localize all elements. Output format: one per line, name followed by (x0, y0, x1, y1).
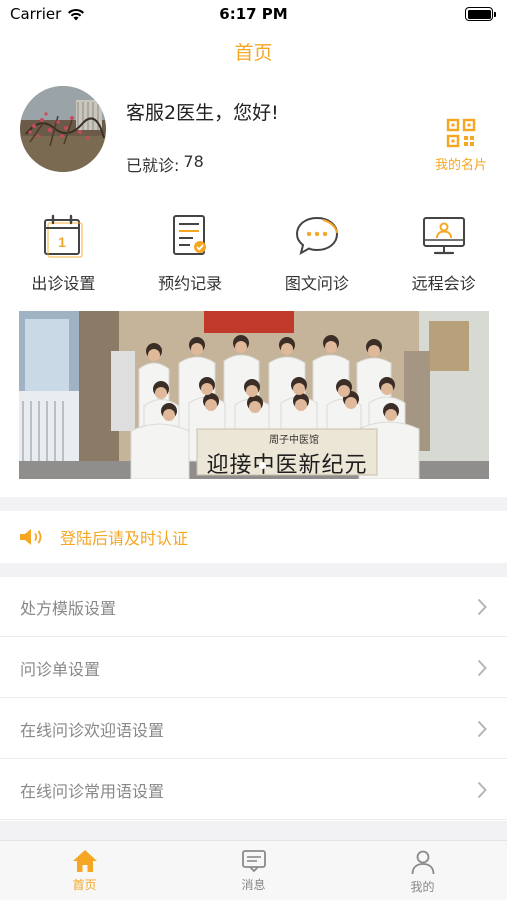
quick-actions: 1 出诊设置 预约记录 图文问诊 远程会诊 (0, 212, 507, 294)
chat-bubble-icon (295, 216, 338, 256)
quick-action-label: 图文问诊 (284, 274, 349, 293)
menu-item-common-phrases[interactable]: 在线问诊常用语设置 (0, 760, 507, 820)
quick-action-appointments[interactable]: 预约记录 (127, 212, 254, 294)
section-divider (0, 563, 507, 577)
menu-item-label: 在线问诊欢迎语设置 (20, 720, 165, 740)
menu-item-label: 处方模版设置 (20, 598, 117, 618)
quick-action-label: 预约记录 (158, 274, 223, 293)
home-icon (72, 850, 97, 872)
wifi-icon (68, 8, 85, 20)
greeting-text: 客服2医生，您好! (126, 102, 279, 124)
tab-label: 我的 (410, 880, 435, 894)
my-card-label: 我的名片 (434, 158, 487, 173)
menu-item-questionnaire[interactable]: 问诊单设置 (0, 638, 507, 698)
tab-label: 首页 (72, 878, 97, 892)
chevron-right-icon (477, 720, 487, 737)
svg-text:1: 1 (58, 234, 66, 250)
quick-action-remote-consultation[interactable]: 远程会诊 (380, 212, 507, 294)
chevron-right-icon (477, 598, 487, 615)
tab-label: 消息 (241, 878, 266, 892)
menu-item-label: 问诊单设置 (20, 659, 101, 679)
banner-carousel[interactable]: 周子中医馆 迎接中医新纪元 (19, 311, 489, 479)
verification-notice[interactable]: 登陆后请及时认证 (0, 511, 507, 563)
page-title: 首页 (234, 42, 273, 64)
clipboard-icon (173, 215, 207, 255)
quick-action-text-consultation[interactable]: 图文问诊 (254, 212, 381, 294)
visited-count: 已就诊: 78 (126, 152, 204, 176)
status-left: Carrier (10, 5, 85, 23)
visited-value: 78 (183, 152, 204, 171)
menu-item-welcome-message[interactable]: 在线问诊欢迎语设置 (0, 699, 507, 759)
tab-bar: 首页 消息 我的 (0, 840, 507, 900)
notice-text: 登陆后请及时认证 (60, 529, 189, 548)
quick-action-label: 远程会诊 (411, 274, 476, 293)
battery-icon (465, 7, 496, 21)
quick-action-clinic-settings[interactable]: 1 出诊设置 (0, 212, 127, 294)
tab-home[interactable]: 首页 (0, 841, 169, 900)
speaker-icon (20, 529, 42, 545)
quick-action-label: 出诊设置 (31, 274, 96, 293)
section-divider (0, 497, 507, 511)
chevron-right-icon (477, 659, 487, 676)
calendar-icon: 1 (44, 214, 84, 258)
message-icon (241, 850, 266, 873)
banner-calligraphy: 迎接中医新纪元 (206, 453, 368, 478)
tab-messages[interactable]: 消息 (169, 841, 338, 900)
menu-item-prescription-template[interactable]: 处方模版设置 (0, 577, 507, 637)
banner-calligraphy-header: 周子中医馆 (269, 435, 319, 446)
carousel-indicator-dot[interactable] (259, 462, 266, 469)
carrier-label: Carrier (10, 5, 62, 23)
status-bar: Carrier 6:17 PM (0, 0, 507, 28)
qr-code-icon (446, 118, 476, 148)
avatar[interactable] (20, 86, 106, 172)
video-monitor-icon (422, 217, 465, 255)
chevron-right-icon (477, 781, 487, 798)
visited-label: 已就诊: (126, 156, 180, 175)
user-icon (411, 850, 434, 875)
tab-profile[interactable]: 我的 (338, 841, 507, 900)
my-card-button[interactable]: 我的名片 (432, 118, 490, 173)
section-divider (0, 821, 507, 840)
menu-item-label: 在线问诊常用语设置 (20, 781, 165, 801)
